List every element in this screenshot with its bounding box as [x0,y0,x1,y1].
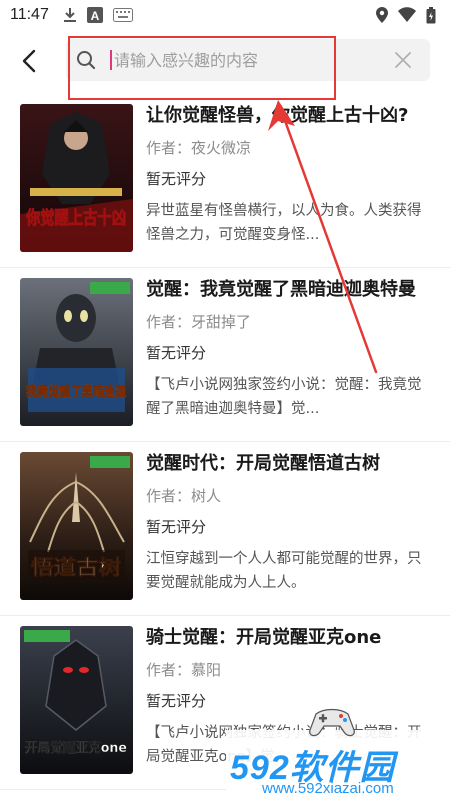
gamepad-icon [309,708,355,737]
app-a-icon: A [86,7,103,23]
book-rating: 暂无评分 [146,692,207,710]
book-rating: 暂无评分 [146,344,207,362]
battery-icon [426,6,436,23]
wifi-icon [398,7,416,22]
back-button[interactable] [12,44,46,78]
book-item[interactable]: 悟道古树 觉醒时代：开局觉醒悟道古树 作者：树人 暂无评分 江恒穿越到一个人人都… [0,442,450,616]
book-info: 觉醒：我竟觉醒了黑暗迪迦奥特曼 作者：牙甜掉了 暂无评分 【飞卢小说网独家签约小… [146,276,450,421]
keyboard-icon [112,8,133,22]
cover-title: 悟道古树 [31,555,121,579]
book-author: 作者：牙甜掉了 [146,313,252,331]
cover-title: 开局觉醒亚克one [25,740,127,756]
download-icon [63,8,76,22]
system-icons [376,6,436,24]
book-cover: 开局觉醒亚克one [20,626,133,774]
book-cover: 我竟觉醒了黑暗迪迦 [20,278,133,426]
book-description: 【飞卢小说网独家签约小说：觉醒：我竟觉醒了黑暗迪迦奥特曼】觉... [146,377,422,417]
notification-icons: A [63,7,133,23]
book-rating: 暂无评分 [146,170,207,188]
book-author: 作者：树人 [146,487,222,505]
book-title: 觉醒：我竟觉醒了黑暗迪迦奥特曼 [146,279,416,300]
search-input[interactable] [114,39,384,81]
book-description: 江恒穿越到一个人人都可能觉醒的世界，只要觉醒就能成为人上人。 [146,551,422,591]
book-title: 觉醒时代：开局觉醒悟道古树 [146,453,380,474]
search-header [0,30,450,92]
book-info: 觉醒时代：开局觉醒悟道古树 作者：树人 暂无评分 江恒穿越到一个人人都可能觉醒的… [146,450,450,595]
location-icon [376,7,388,23]
book-item[interactable]: 我竟觉醒了黑暗迪迦 觉醒：我竟觉醒了黑暗迪迦奥特曼 作者：牙甜掉了 暂无评分 【… [0,268,450,442]
clear-icon[interactable] [394,51,412,69]
watermark: 592软件园 www.592xiazai.com [226,708,450,800]
book-title: 让你觉醒怪兽，你觉醒上古十凶? [146,105,409,126]
book-rating: 暂无评分 [146,518,207,536]
cover-title: 你觉醒上古十凶 [25,207,126,229]
book-info: 让你觉醒怪兽，你觉醒上古十凶? 作者：夜火微凉 暂无评分 异世蓝星有怪兽横行，以… [146,102,450,247]
svg-text:A: A [91,9,100,23]
cover-title: 我竟觉醒了黑暗迪迦 [26,384,126,400]
book-item[interactable]: 你觉醒上古十凶 让你觉醒怪兽，你觉醒上古十凶? 作者：夜火微凉 暂无评分 异世蓝… [0,94,450,268]
search-icon [77,51,96,70]
book-author: 作者：夜火微凉 [146,139,252,157]
watermark-url: www.592xiazai.com [262,780,394,797]
book-author: 作者：慕阳 [146,661,222,679]
book-cover: 你觉醒上古十凶 [20,104,133,252]
status-bar: 11:47 A [0,0,450,30]
back-arrow-icon [22,49,36,73]
status-time: 11:47 [10,6,49,23]
book-description: 异世蓝星有怪兽横行，以人为食。人类获得怪兽之力，可觉醒变身怪... [146,203,422,243]
search-results-list: 你觉醒上古十凶 让你觉醒怪兽，你觉醒上古十凶? 作者：夜火微凉 暂无评分 异世蓝… [0,94,450,790]
book-title: 骑士觉醒：开局觉醒亚克one [146,627,382,648]
search-box[interactable] [66,39,430,81]
text-cursor [110,50,112,70]
book-cover: 悟道古树 [20,452,133,600]
